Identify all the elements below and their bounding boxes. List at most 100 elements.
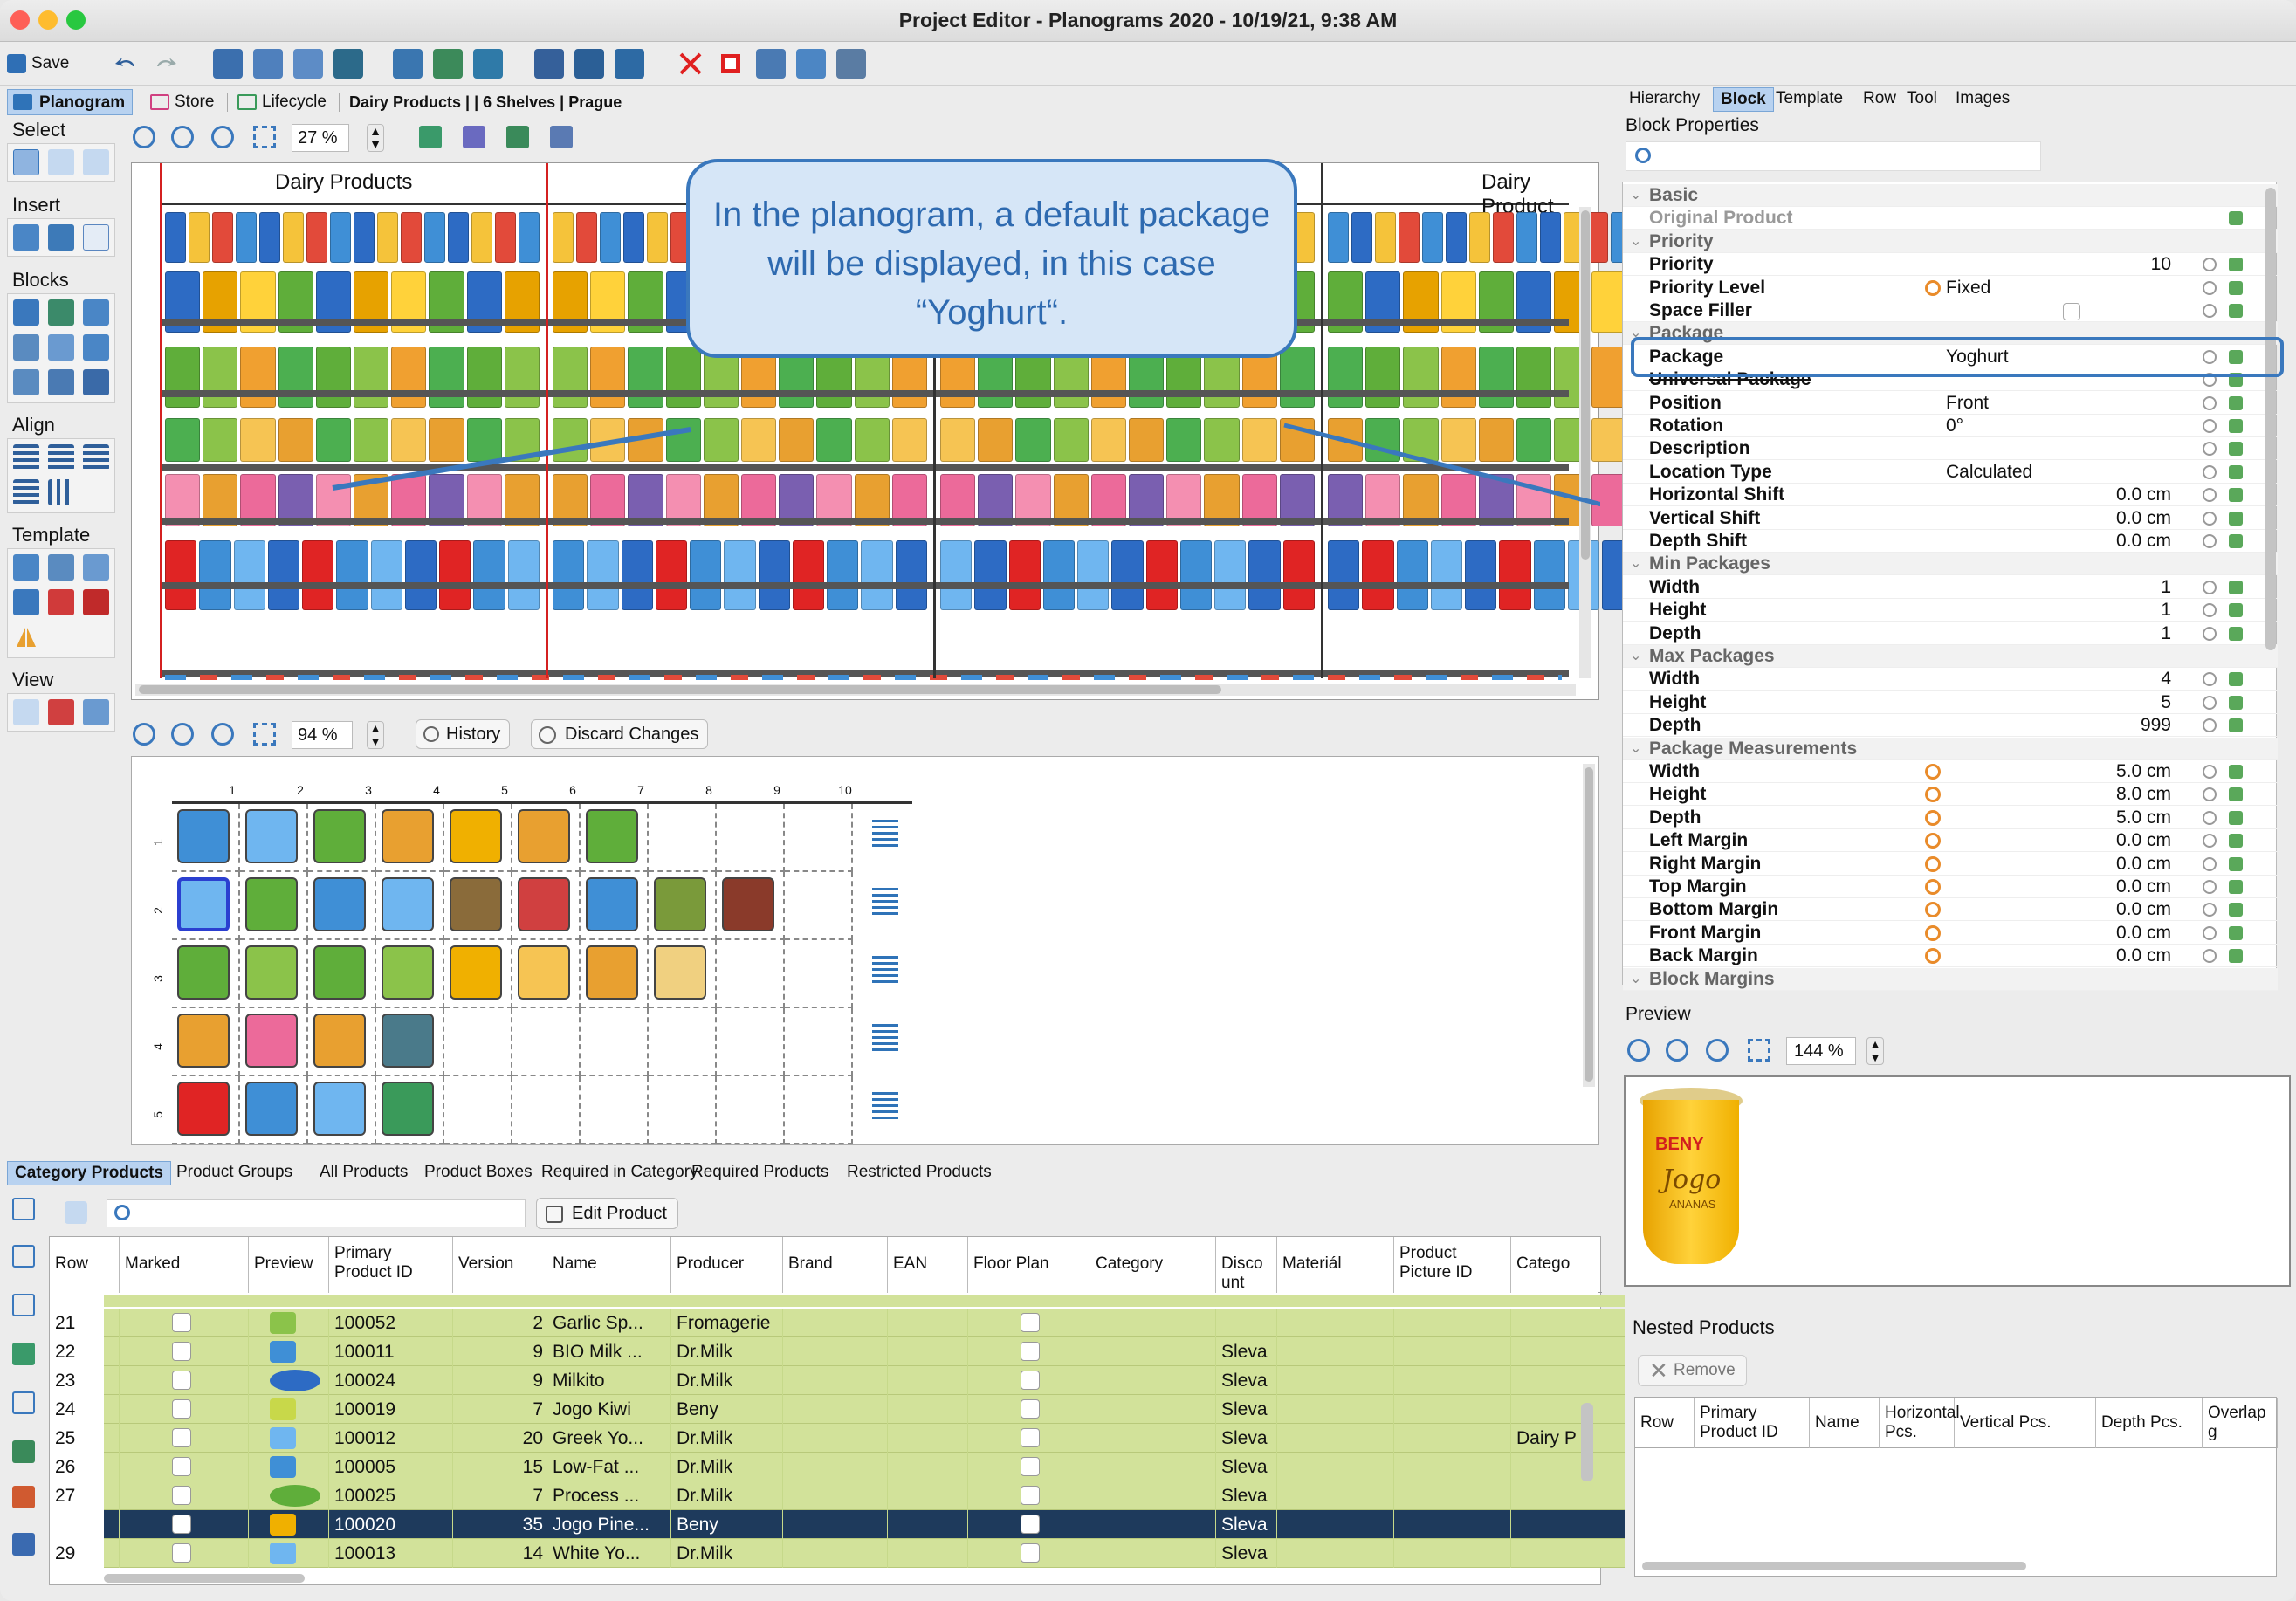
- floor-plan-checkbox[interactable]: [1021, 1428, 1040, 1447]
- view-highlight-icon[interactable]: [48, 699, 74, 725]
- property-row[interactable]: Height 1: [1623, 599, 2278, 622]
- marked-checkbox[interactable]: [172, 1543, 191, 1563]
- product-search-input[interactable]: [107, 1199, 526, 1227]
- space-filler-checkbox[interactable]: [2063, 303, 2080, 320]
- grid-cell[interactable]: [649, 804, 717, 872]
- marked-checkbox[interactable]: [172, 1457, 191, 1476]
- property-edit-icon[interactable]: [2229, 925, 2243, 940]
- blocks-tile-icon[interactable]: [13, 299, 39, 326]
- property-row[interactable]: Front Margin 0.0 cm: [1623, 922, 2278, 945]
- zoom-out-icon[interactable]: [171, 126, 194, 148]
- marked-checkbox[interactable]: [172, 1486, 191, 1505]
- default-value-icon[interactable]: [1925, 833, 1941, 849]
- property-edit-icon[interactable]: [2229, 626, 2243, 641]
- grid-cell[interactable]: [444, 1008, 512, 1076]
- reset-icon[interactable]: [2203, 488, 2217, 503]
- svg-export-icon[interactable]: [550, 126, 573, 148]
- floor-plan-checkbox[interactable]: [1021, 1371, 1040, 1390]
- help-icon[interactable]: [12, 1294, 35, 1316]
- property-row[interactable]: Width 5.0 cm: [1623, 760, 2278, 783]
- marked-checkbox[interactable]: [172, 1371, 191, 1390]
- grid-cell[interactable]: [785, 872, 853, 940]
- reset-icon[interactable]: [2203, 442, 2217, 457]
- property-edit-icon[interactable]: [2229, 534, 2243, 548]
- table-settings-icon[interactable]: [65, 1201, 87, 1224]
- column-header[interactable]: Catego: [1511, 1237, 1598, 1293]
- reset-icon[interactable]: [2203, 925, 2217, 940]
- property-edit-icon[interactable]: [2229, 419, 2243, 433]
- copy-icon[interactable]: [12, 1245, 35, 1268]
- property-row[interactable]: Depth Shift 0.0 cm: [1623, 530, 2278, 553]
- structure-icon[interactable]: [333, 49, 363, 79]
- grid-product-cell[interactable]: [313, 1014, 366, 1068]
- grid-product-cell[interactable]: [245, 877, 298, 931]
- row-settings-icon[interactable]: [872, 820, 898, 848]
- preview-zoom-fit-icon[interactable]: [1748, 1039, 1770, 1062]
- undo-icon[interactable]: [112, 49, 141, 79]
- reset-icon[interactable]: [2203, 534, 2217, 548]
- right-tab-tool[interactable]: Tool: [1900, 87, 1944, 112]
- reset-icon[interactable]: [2203, 603, 2217, 618]
- column-header[interactable]: Disco unt: [1216, 1237, 1277, 1293]
- zoom-reset-icon[interactable]: [211, 126, 234, 148]
- table-vscroll[interactable]: [1581, 1403, 1593, 1481]
- right-tab-images[interactable]: Images: [1949, 87, 2017, 112]
- insert-product-icon[interactable]: [48, 224, 74, 251]
- reset-icon[interactable]: [2203, 787, 2217, 802]
- template-remove-icon[interactable]: [83, 589, 109, 615]
- insert-block-icon[interactable]: [13, 224, 39, 251]
- floor-plan-checkbox[interactable]: [1021, 1543, 1040, 1563]
- right-tab-template[interactable]: Template: [1769, 87, 1850, 112]
- marked-checkbox[interactable]: [172, 1313, 191, 1332]
- select-grid-icon[interactable]: [48, 149, 74, 175]
- column-header[interactable]: Row: [50, 1237, 120, 1293]
- column-header[interactable]: Producer: [671, 1237, 783, 1293]
- table-row[interactable]: 22 100011 9 BIO Milk ... Dr.Milk Sleva: [55, 1337, 1625, 1366]
- template-chart-icon[interactable]: [83, 554, 109, 581]
- property-edit-icon[interactable]: [2229, 695, 2243, 710]
- preview-zoom-reset-icon[interactable]: [1706, 1039, 1729, 1062]
- blocks-move-icon[interactable]: [83, 334, 109, 361]
- tab-store[interactable]: Store: [145, 89, 221, 115]
- template-red-icon[interactable]: [48, 589, 74, 615]
- flag-side-icon[interactable]: [12, 1343, 35, 1365]
- reset-icon[interactable]: [2203, 511, 2217, 526]
- remove-nested-button[interactable]: ✕ Remove: [1638, 1355, 1747, 1386]
- grid-product-cell[interactable]: [177, 945, 230, 1000]
- property-edit-icon[interactable]: [2229, 464, 2243, 479]
- stop-icon[interactable]: [716, 49, 746, 79]
- column-header[interactable]: Primary Product ID: [329, 1237, 453, 1293]
- property-edit-icon[interactable]: [2229, 603, 2243, 618]
- zoom-fit-icon[interactable]: [253, 126, 276, 148]
- group-chevron-icon[interactable]: ⌄: [1630, 738, 1641, 760]
- property-edit-icon[interactable]: [2229, 880, 2243, 894]
- nested-column-header[interactable]: Primary Product ID: [1695, 1398, 1810, 1448]
- table-row[interactable]: 27 100025 7 Process ... Dr.Milk Sleva: [55, 1481, 1625, 1510]
- table-row[interactable]: 28 100020 35 Jogo Pine... Beny Sleva: [55, 1510, 1625, 1539]
- table-row[interactable]: 24 100019 7 Jogo Kiwi Beny Sleva: [55, 1395, 1625, 1424]
- group-chevron-icon[interactable]: ⌄: [1630, 645, 1641, 668]
- marked-checkbox[interactable]: [172, 1342, 191, 1361]
- grid-cell[interactable]: [785, 804, 853, 872]
- property-row[interactable]: Priority 10: [1623, 253, 2278, 277]
- shelf-view-icon[interactable]: [393, 49, 423, 79]
- property-row[interactable]: Description: [1623, 437, 2278, 461]
- default-value-icon[interactable]: [1925, 902, 1941, 918]
- csv-icon[interactable]: [12, 1533, 35, 1556]
- grid-product-cell[interactable]: [313, 809, 366, 863]
- reset-icon[interactable]: [2203, 304, 2217, 318]
- property-edit-icon[interactable]: [2229, 718, 2243, 733]
- reset-icon[interactable]: [2203, 880, 2217, 894]
- property-row[interactable]: Location Type Calculated: [1623, 461, 2278, 484]
- property-edit-icon[interactable]: [2229, 258, 2243, 272]
- row-settings-icon[interactable]: [872, 888, 898, 916]
- nested-column-header[interactable]: Horizontal Pcs.: [1880, 1398, 1960, 1448]
- grid-cell[interactable]: [649, 1008, 717, 1076]
- preview-zoom-field[interactable]: 144 %: [1786, 1037, 1856, 1065]
- property-row[interactable]: Rotation 0°: [1623, 415, 2278, 437]
- table-row[interactable]: 26 100005 15 Low-Fat ... Dr.Milk Sleva: [55, 1453, 1625, 1481]
- right-tab-hierarchy[interactable]: Hierarchy: [1622, 87, 1707, 112]
- redo-icon[interactable]: [150, 49, 180, 79]
- property-edit-icon[interactable]: [2229, 511, 2243, 526]
- nested-column-header[interactable]: Name: [1810, 1398, 1880, 1448]
